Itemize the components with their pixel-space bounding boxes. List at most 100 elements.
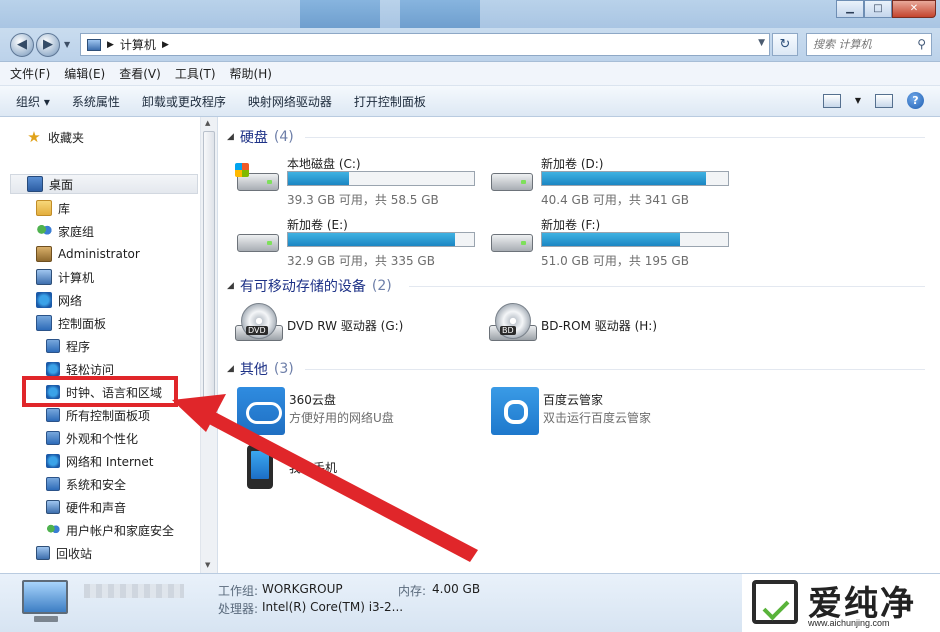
memory-label: 内存: xyxy=(398,584,427,598)
library-icon xyxy=(36,200,52,216)
search-icon[interactable]: ⚲ xyxy=(917,37,926,51)
nav-scrollbar[interactable]: ▲ ▼ xyxy=(200,117,217,573)
nav-cp-system-security[interactable]: 系统和安全 xyxy=(46,474,126,494)
group-header-hdd[interactable]: ◢ 硬盘 (4) xyxy=(227,127,294,147)
group-header-removable[interactable]: ◢ 有可移动存储的设备 (2) xyxy=(227,276,392,296)
nav-control-panel[interactable]: 控制面板 xyxy=(36,313,106,333)
group-divider xyxy=(409,286,925,287)
drive-e[interactable]: 新加卷 (E:) 32.9 GB 可用，共 335 GB xyxy=(235,216,485,272)
nav-cp-hardware-sound[interactable]: 硬件和声音 xyxy=(46,497,126,517)
menu-view[interactable]: 查看(V) xyxy=(119,65,161,82)
processor-label: 处理器: xyxy=(218,602,259,616)
disc-badge: BD xyxy=(500,326,516,335)
menu-edit[interactable]: 编辑(E) xyxy=(64,65,105,82)
control-panel-icon xyxy=(36,315,52,331)
item-name: 360云盘 xyxy=(289,393,336,407)
nav-user-label: Administrator xyxy=(58,247,140,261)
drive-c[interactable]: 本地磁盘 (C:) 39.3 GB 可用，共 58.5 GB xyxy=(235,155,485,211)
nav-cp-system-label: 系统和安全 xyxy=(66,477,127,492)
drive-usage-bar xyxy=(287,232,475,247)
nav-cp-all-items[interactable]: 所有控制面板项 xyxy=(46,405,150,425)
nav-cp-appearance-label: 外观和个性化 xyxy=(66,431,139,446)
recent-pages-dropdown-icon[interactable]: ▼ xyxy=(64,40,70,49)
nav-homegroup[interactable]: 家庭组 xyxy=(36,221,94,241)
item-name: 我的手机 xyxy=(289,461,338,475)
close-button[interactable]: ✕ xyxy=(892,0,936,18)
view-dropdown-icon[interactable]: ▼ xyxy=(855,96,861,105)
bd-disc-icon: BD xyxy=(495,303,531,339)
open-control-panel-button[interactable]: 打开控制面板 xyxy=(354,93,426,110)
drive-space-info: 32.9 GB 可用，共 335 GB xyxy=(287,254,435,268)
map-network-drive-button[interactable]: 映射网络驱动器 xyxy=(248,93,332,110)
system-security-icon xyxy=(46,477,60,491)
minimize-button[interactable]: ▁ xyxy=(836,0,864,18)
group-header-other[interactable]: ◢ 其他 (3) xyxy=(227,359,294,379)
desktop-icon xyxy=(27,176,43,192)
group-count-other: (3) xyxy=(273,361,294,377)
command-bar: 组织 ▾ 系统属性 卸载或更改程序 映射网络驱动器 打开控制面板 ▼ ? xyxy=(0,86,940,117)
collapse-triangle-icon[interactable]: ◢ xyxy=(227,281,234,291)
nav-cp-network-label: 网络和 Internet xyxy=(66,454,154,469)
item-360-cloud[interactable]: 360云盘 方便好用的网络U盘 xyxy=(237,387,487,437)
menu-help[interactable]: 帮助(H) xyxy=(230,65,272,82)
drive-f[interactable]: 新加卷 (F:) 51.0 GB 可用，共 195 GB xyxy=(489,216,739,272)
appearance-icon xyxy=(46,431,60,445)
dvd-disc-icon: DVD xyxy=(241,303,277,339)
homegroup-icon xyxy=(36,223,52,239)
scroll-down-arrow-icon[interactable]: ▼ xyxy=(205,561,210,569)
refresh-button[interactable]: ↻ xyxy=(772,33,798,56)
breadcrumb-separator-icon[interactable]: ▶ xyxy=(107,40,114,50)
scroll-up-arrow-icon[interactable]: ▲ xyxy=(205,119,210,127)
collapse-triangle-icon[interactable]: ◢ xyxy=(227,364,234,374)
forward-button[interactable]: ▶ xyxy=(36,33,60,57)
drive-name: 新加卷 (F:) xyxy=(541,218,601,232)
group-divider xyxy=(305,137,925,138)
drive-space-info: 51.0 GB 可用，共 195 GB xyxy=(541,254,689,268)
address-bar[interactable]: ▶ 计算机 ▶ ▼ xyxy=(80,33,770,56)
nav-cp-user-accounts[interactable]: 用户帐户和家庭安全 xyxy=(46,520,174,540)
nav-cp-appearance[interactable]: 外观和个性化 xyxy=(46,428,138,448)
help-icon[interactable]: ? xyxy=(907,92,924,109)
nav-recycle-bin[interactable]: 回收站 xyxy=(36,543,92,563)
organize-button[interactable]: 组织 ▾ xyxy=(16,93,50,110)
drive-name: DVD RW 驱动器 (G:) xyxy=(287,319,404,333)
collapse-triangle-icon[interactable]: ◢ xyxy=(227,132,234,142)
menu-file[interactable]: 文件(F) xyxy=(10,65,50,82)
nav-desktop[interactable]: 桌面 xyxy=(10,174,198,194)
preview-pane-icon[interactable] xyxy=(875,93,893,108)
uninstall-program-button[interactable]: 卸载或更改程序 xyxy=(142,93,226,110)
computer-stand xyxy=(34,616,58,622)
watermark-url: www.aichunjing.com xyxy=(808,618,890,628)
maximize-button[interactable]: □ xyxy=(864,0,892,18)
drive-bd[interactable]: BD BD-ROM 驱动器 (H:) xyxy=(489,303,739,347)
menu-tools[interactable]: 工具(T) xyxy=(175,65,216,82)
nav-cp-programs[interactable]: 程序 xyxy=(46,336,90,356)
drive-usage-fill xyxy=(542,233,680,246)
nav-network[interactable]: 网络 xyxy=(36,290,82,310)
nav-cp-all-label: 所有控制面板项 xyxy=(66,408,151,423)
breadcrumb-separator-icon[interactable]: ▶ xyxy=(162,40,169,50)
content-pane: ◢ 硬盘 (4) 本地磁盘 (C:) 39.3 GB 可用，共 58.5 GB … xyxy=(219,117,940,573)
drive-d[interactable]: 新加卷 (D:) 40.4 GB 可用，共 341 GB xyxy=(489,155,739,211)
nav-user[interactable]: Administrator xyxy=(36,244,140,264)
drive-usage-bar xyxy=(541,232,729,247)
hard-drive-icon xyxy=(489,224,535,254)
system-properties-button[interactable]: 系统属性 xyxy=(72,93,120,110)
breadcrumb-computer[interactable]: 计算机 xyxy=(120,36,156,53)
change-view-icon[interactable] xyxy=(822,93,841,108)
item-baidu-cloud[interactable]: 百度云管家 双击运行百度云管家 xyxy=(491,387,741,437)
search-box[interactable]: ⚲ xyxy=(806,33,932,56)
address-history-dropdown-icon[interactable]: ▼ xyxy=(758,38,765,48)
drive-dvd[interactable]: DVD DVD RW 驱动器 (G:) xyxy=(235,303,485,347)
network-internet-icon xyxy=(46,454,60,468)
processor-value: Intel(R) Core(TM) i3-2... xyxy=(262,600,404,614)
back-button[interactable]: ◀ xyxy=(10,33,34,57)
item-my-phone[interactable]: 我的手机 xyxy=(237,443,487,493)
watermark-logo-icon xyxy=(752,580,798,624)
nav-computer[interactable]: 计算机 xyxy=(36,267,94,287)
nav-cp-network-internet[interactable]: 网络和 Internet xyxy=(46,451,153,471)
nav-favorites[interactable]: ★ 收藏夹 xyxy=(26,127,84,147)
nav-library[interactable]: 库 xyxy=(36,198,70,218)
search-input[interactable] xyxy=(807,34,907,55)
scrollbar-thumb[interactable] xyxy=(203,131,215,409)
